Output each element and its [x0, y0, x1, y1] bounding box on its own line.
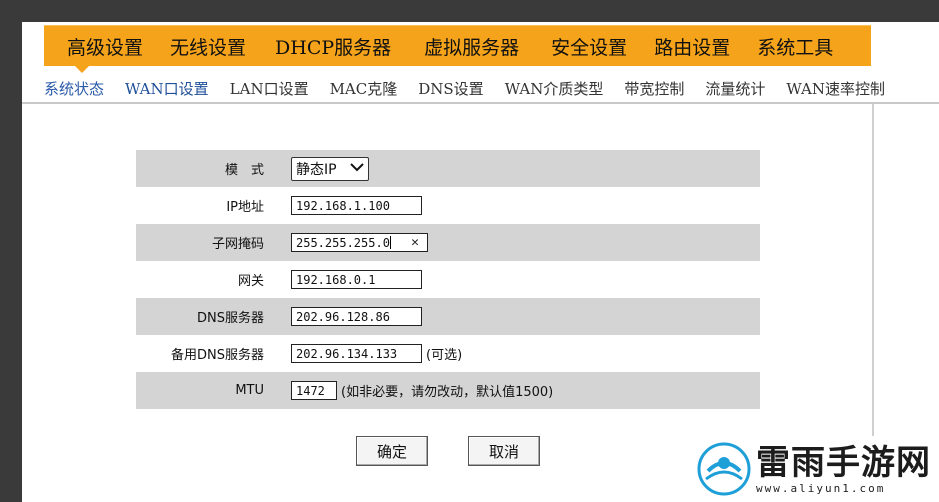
clear-icon[interactable]: ✕ — [411, 235, 419, 250]
menu-routing-settings[interactable]: 路由设置 — [654, 33, 730, 60]
form-row-dns2: 备用DNS服务器 202.96.134.133 (可选) — [136, 335, 760, 372]
confirm-button[interactable]: 确定 — [356, 436, 428, 466]
submenu-bandwidth-control[interactable]: 带宽控制 — [624, 78, 684, 99]
submenu-wan-media-type[interactable]: WAN介质类型 — [505, 78, 604, 99]
submenu-system-status[interactable]: 系统状态 — [44, 78, 104, 99]
main-menu: 高级设置 无线设置 DHCP服务器 虚拟服务器 安全设置 路由设置 系统工具 — [44, 25, 871, 66]
secondary-dns-input[interactable]: 202.96.134.133 — [291, 344, 422, 363]
mode-label: 模 式 — [224, 163, 264, 178]
text-caret — [389, 236, 391, 249]
submenu-wan-rate-control[interactable]: WAN速率控制 — [786, 78, 885, 99]
dns-label: DNS服务器 — [197, 311, 264, 326]
cancel-button[interactable]: 取消 — [468, 436, 540, 466]
secondary-dns-hint: (可选) — [426, 348, 463, 363]
mtu-hint: (如非必要，请勿改动，默认值1500) — [341, 385, 554, 400]
dns-input[interactable]: 202.96.128.86 — [291, 307, 422, 326]
mode-select-value: 静态IP — [296, 161, 337, 178]
menu-wireless-settings[interactable]: 无线设置 — [170, 33, 246, 60]
router-admin-frame: 高级设置 无线设置 DHCP服务器 虚拟服务器 安全设置 路由设置 系统工具 系… — [22, 22, 939, 502]
submenu-wan-settings[interactable]: WAN口设置 — [125, 78, 209, 99]
form-row-dns: DNS服务器 202.96.128.86 — [136, 298, 760, 335]
menu-system-tools[interactable]: 系统工具 — [757, 33, 833, 60]
submenu-lan-settings[interactable]: LAN口设置 — [230, 78, 309, 99]
subnet-mask-input[interactable]: 255.255.255.0 ✕ — [291, 233, 428, 252]
wan-settings-form: 模 式 静态IP IP地址 192.168.1.100 子网掩码 255.255… — [136, 150, 760, 409]
ip-address-input[interactable]: 192.168.1.100 — [291, 196, 422, 215]
watermark-url: www.aliyun1.com — [756, 481, 886, 495]
submenu-traffic-stats[interactable]: 流量统计 — [705, 78, 765, 99]
form-row-mode: 模 式 静态IP — [136, 150, 760, 187]
form-row-mask: 子网掩码 255.255.255.0 ✕ — [136, 224, 760, 261]
mtu-input[interactable]: 1472 — [291, 381, 337, 400]
watermark-logo-icon — [697, 442, 751, 496]
menu-dhcp-server[interactable]: DHCP服务器 — [275, 33, 391, 60]
mode-select[interactable]: 静态IP — [291, 156, 369, 181]
ip-label: IP地址 — [226, 200, 264, 215]
form-row-gateway: 网关 192.168.0.1 — [136, 261, 760, 298]
sub-menu: 系统状态 WAN口设置 LAN口设置 MAC克隆 DNS设置 WAN介质类型 带… — [22, 72, 939, 104]
form-row-mtu: MTU 1472 (如非必要，请勿改动，默认值1500) — [136, 372, 760, 409]
submenu-mac-clone[interactable]: MAC克隆 — [330, 78, 398, 99]
submenu-dns-settings[interactable]: DNS设置 — [418, 78, 483, 99]
secondary-dns-label: 备用DNS服务器 — [171, 348, 264, 363]
gateway-input[interactable]: 192.168.0.1 — [291, 270, 422, 289]
menu-security-settings[interactable]: 安全设置 — [551, 33, 627, 60]
watermark-title: 雷雨手游网 — [756, 442, 931, 483]
form-row-ip: IP地址 192.168.1.100 — [136, 187, 760, 224]
gateway-label: 网关 — [237, 274, 264, 289]
menu-advanced-settings[interactable]: 高级设置 — [67, 33, 143, 60]
mtu-label: MTU — [235, 383, 264, 398]
subnet-mask-label: 子网掩码 — [211, 237, 264, 252]
subnet-mask-value: 255.255.255.0 — [296, 235, 390, 250]
chevron-down-icon — [350, 162, 364, 175]
watermark: 雷雨手游网 www.aliyun1.com — [690, 436, 939, 502]
menu-virtual-server[interactable]: 虚拟服务器 — [424, 33, 519, 60]
